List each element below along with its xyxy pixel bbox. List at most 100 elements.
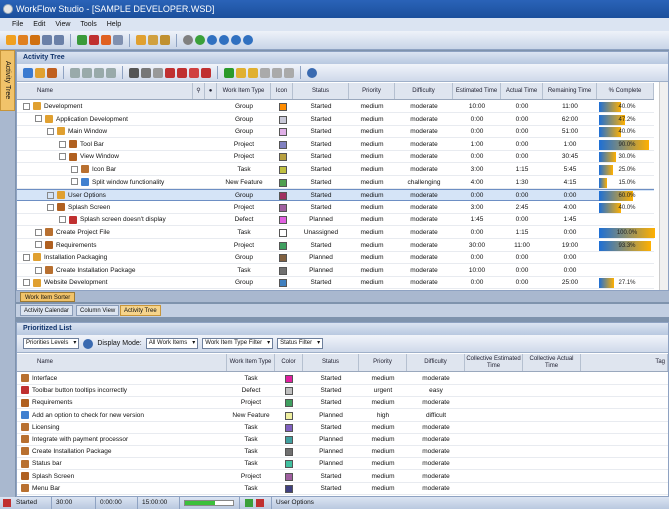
open-icon[interactable]: [18, 35, 28, 45]
play-icon[interactable]: [224, 67, 234, 78]
tree-row[interactable]: Tool Bar Project Started medium moderate 1:00…: [17, 139, 655, 151]
tree-icon[interactable]: [77, 35, 87, 45]
refresh-list-icon[interactable]: [83, 338, 94, 349]
copy-icon[interactable]: [141, 67, 151, 78]
clock-icon[interactable]: [307, 67, 317, 78]
col-priority[interactable]: Priority: [349, 83, 395, 99]
lcol-priority[interactable]: Priority: [359, 354, 407, 371]
lcol-color[interactable]: Color: [275, 354, 303, 371]
expand-toggle-icon[interactable]: [59, 216, 66, 224]
tree-row[interactable]: View Window Project Started medium moderate 0…: [17, 151, 655, 164]
expand-toggle-icon[interactable]: [47, 127, 54, 135]
add-icon[interactable]: [23, 67, 33, 78]
edit-icon[interactable]: [160, 35, 170, 45]
outdent-icon[interactable]: [82, 67, 92, 78]
list-row[interactable]: Licensing Task Started medium moderate: [17, 422, 668, 434]
lcol-type[interactable]: Work Item Type: [227, 354, 275, 371]
lcol-act[interactable]: Collective Actual Time: [523, 354, 581, 371]
tab-activity-calendar[interactable]: Activity Calendar: [20, 305, 74, 316]
stop-icon[interactable]: [260, 67, 270, 78]
tree-row[interactable]: Create Installation Package Task Planned me…: [17, 265, 654, 277]
reset-icon[interactable]: [272, 67, 282, 78]
indent-icon[interactable]: [70, 67, 80, 78]
menu-help[interactable]: Help: [107, 21, 121, 28]
col-estimated[interactable]: Estimated Time: [453, 83, 501, 99]
col-complete[interactable]: % Complete: [597, 83, 654, 99]
tree-row[interactable]: Application Development Group Started mediu…: [17, 114, 655, 126]
tree-row[interactable]: Splash screen doesn't display Defect Plann…: [17, 214, 654, 227]
work-item-type-filter[interactable]: Work Item Type Filter: [202, 338, 274, 349]
lcol-status[interactable]: Status: [303, 354, 359, 371]
folder-icon[interactable]: [136, 35, 146, 45]
list-row[interactable]: Splash Screen Project Started medium moderat…: [17, 471, 668, 483]
display-mode-combo[interactable]: All Work Items: [145, 338, 199, 349]
status-filter[interactable]: Status Filter: [277, 338, 324, 349]
expand-toggle-icon[interactable]: [23, 102, 30, 110]
col-actual[interactable]: Actual Time: [501, 83, 543, 99]
timer-icon[interactable]: [248, 67, 258, 78]
expand-toggle-icon[interactable]: [71, 165, 78, 173]
globe-icon[interactable]: [183, 35, 193, 45]
side-tab-activity-tree[interactable]: Activity Tree: [0, 50, 15, 111]
expand-toggle-icon[interactable]: [59, 153, 66, 161]
help-icon[interactable]: [231, 35, 241, 45]
refresh-icon[interactable]: [284, 67, 294, 78]
lcol-name[interactable]: Name: [17, 354, 227, 371]
list-row[interactable]: Add an option to check for new version Ne…: [17, 410, 668, 422]
new-icon[interactable]: [6, 35, 16, 45]
list-row[interactable]: Menu Bar Task Started medium moderate: [17, 483, 668, 495]
expand-toggle-icon[interactable]: [35, 228, 42, 236]
save-icon[interactable]: [30, 35, 40, 45]
web-icon[interactable]: [195, 35, 205, 45]
col-status[interactable]: Status: [293, 83, 349, 99]
tree-row[interactable]: Requirements Project Started medium moderate…: [17, 240, 655, 252]
list-row[interactable]: Interface Task Started medium moderate: [17, 373, 668, 385]
delete-icon[interactable]: [89, 35, 99, 45]
col-remaining[interactable]: Remaining Time: [543, 83, 597, 99]
menu-edit[interactable]: Edit: [33, 21, 45, 28]
col-name[interactable]: Name: [17, 83, 193, 99]
move-icon[interactable]: [148, 35, 158, 45]
paste-icon[interactable]: [153, 67, 163, 78]
tree-row[interactable]: Development Group Started medium moderate 10:…: [17, 101, 655, 113]
print-icon[interactable]: [113, 35, 123, 45]
tree-vertical-scrollbar[interactable]: [659, 82, 668, 290]
tree-row[interactable]: Main Window Group Started medium moderate 0:0…: [17, 126, 655, 139]
tab-activity-tree[interactable]: Activity Tree: [120, 305, 161, 316]
expand-toggle-icon[interactable]: [59, 140, 66, 148]
expand-toggle-icon[interactable]: [35, 115, 42, 123]
tree-row[interactable]: Split window functionality New Feature Sta…: [17, 177, 655, 189]
priority-levels-combo[interactable]: Priorities Levels: [23, 338, 80, 349]
col-note-icon[interactable]: ●: [205, 83, 217, 99]
lcol-est[interactable]: Collective Estimated Time: [465, 354, 523, 371]
tree-row[interactable]: Create Project File Task Unassigned medium m…: [17, 227, 655, 239]
lcol-tag[interactable]: Tag: [581, 354, 668, 371]
expand-toggle-icon[interactable]: [71, 178, 78, 186]
status-play-icon[interactable]: [245, 499, 253, 507]
redo-icon[interactable]: [54, 35, 64, 45]
expand-toggle-icon[interactable]: [35, 266, 42, 274]
expand-toggle-icon[interactable]: [47, 191, 54, 199]
list-row[interactable]: Create Installation Package Task Planned me…: [17, 446, 668, 459]
properties-icon[interactable]: [47, 67, 57, 78]
col-icon[interactable]: Icon: [271, 83, 293, 99]
tree-row[interactable]: User Options Group Started medium moderate 0:…: [17, 189, 655, 202]
tree-row[interactable]: Icon Bar Task Started medium moderate 3:00 1:1…: [17, 164, 655, 176]
move-up-icon[interactable]: [94, 67, 104, 78]
lcol-difficulty[interactable]: Difficulty: [407, 354, 465, 371]
sync-icon[interactable]: [219, 35, 229, 45]
undo-icon[interactable]: [42, 35, 52, 45]
list-row[interactable]: Status bar Task Planned medium moderate: [17, 458, 668, 471]
world-icon[interactable]: [207, 35, 217, 45]
col-difficulty[interactable]: Difficulty: [395, 83, 453, 99]
menu-tools[interactable]: Tools: [80, 21, 96, 28]
list-row[interactable]: Toolbar button tooltips incorrectly Defec…: [17, 385, 668, 398]
expand-toggle-icon[interactable]: [47, 203, 54, 211]
col-attach-icon[interactable]: ⚲: [193, 83, 205, 99]
col-type[interactable]: Work Item Type: [217, 83, 271, 99]
tree-row[interactable]: Installation Packaging Group Planned medium…: [17, 252, 654, 265]
remove-icon[interactable]: [189, 67, 199, 78]
pause-icon[interactable]: [236, 67, 246, 78]
move-down-icon[interactable]: [106, 67, 116, 78]
tree-row[interactable]: Splash Screen Project Started medium moderat…: [17, 202, 655, 214]
